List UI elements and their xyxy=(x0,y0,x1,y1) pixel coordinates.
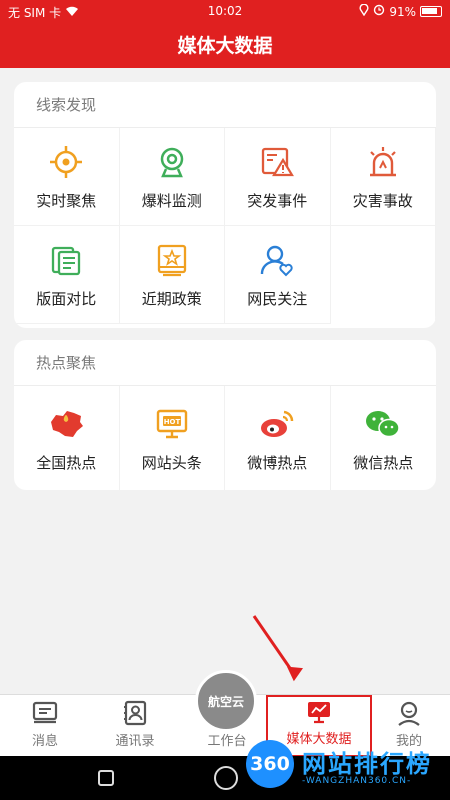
grid-item-disaster[interactable]: 灾害事故 xyxy=(330,128,436,226)
user-heart-icon xyxy=(257,240,297,280)
grid-item-netizen-focus[interactable]: 网民关注 xyxy=(225,226,331,324)
watermark-logo: 360 网站排行榜 -WANGZHAN360.CN- xyxy=(246,738,450,800)
watermark-badge: 360 xyxy=(246,740,294,788)
cloud-badge-text: 航空云 xyxy=(207,694,244,709)
grid-item-label: 近期政策 xyxy=(141,290,202,308)
section-title: 热点聚焦 xyxy=(14,340,436,386)
grid-item-label: 网站头条 xyxy=(141,453,202,472)
grid-item-label: 网民关注 xyxy=(247,290,308,308)
grid-item-recent-policy[interactable]: 近期政策 xyxy=(119,226,225,324)
section-clue-discovery: 线索发现 实时聚焦 爆料监测 突发事件 灾害事故 版面对比 近期政策 网民关注 xyxy=(14,82,436,328)
pages-icon xyxy=(46,240,86,280)
watermark-text: 网站排行榜 xyxy=(302,750,432,778)
grid-item-label: 实时聚焦 xyxy=(36,192,97,210)
location-icon xyxy=(359,3,369,19)
contacts-icon xyxy=(120,698,150,728)
grid-item-site-headlines[interactable]: HOT 网站头条 xyxy=(120,386,225,490)
alarm-icon xyxy=(373,4,385,19)
wechat-icon xyxy=(363,404,403,444)
grid-item-weibo-hot[interactable]: 微博热点 xyxy=(225,386,331,490)
grid-empty-cell xyxy=(331,226,436,324)
tab-contacts[interactable]: 通讯录 xyxy=(102,695,168,757)
cloud-badge-icon[interactable]: 航空云 xyxy=(195,670,257,732)
grid-item-label: 突发事件 xyxy=(247,192,308,210)
tab-label: 消息 xyxy=(31,734,58,749)
monitor-chart-icon xyxy=(304,697,334,726)
policy-book-icon xyxy=(152,240,192,280)
china-map-icon xyxy=(46,404,86,444)
grid-item-label: 全国热点 xyxy=(36,453,97,472)
hot-screen-icon: HOT xyxy=(152,404,192,444)
battery-text: 91% xyxy=(389,4,416,19)
watermark-subtext: -WANGZHAN360.CN- xyxy=(302,776,412,786)
annotation-arrow-icon xyxy=(252,615,304,682)
home-icon[interactable] xyxy=(214,766,238,790)
grid-item-label: 爆料监测 xyxy=(141,192,202,210)
message-icon xyxy=(30,698,60,728)
status-bar: 无 SIM 卡 10:02 91% xyxy=(0,0,450,24)
recent-apps-icon[interactable] xyxy=(98,770,114,786)
section-hot-focus: 热点聚焦 全国热点 HOT 网站头条 微博热点 微信热点 xyxy=(14,340,436,490)
section-title: 线索发现 xyxy=(14,82,436,128)
grid-item-tipoff-monitor[interactable]: 爆料监测 xyxy=(119,128,225,226)
weibo-icon xyxy=(257,404,297,444)
grid-item-layout-compare[interactable]: 版面对比 xyxy=(14,226,120,324)
grid-item-wechat-hot[interactable]: 微信热点 xyxy=(331,386,437,490)
crosshair-icon xyxy=(46,142,86,182)
siren-icon xyxy=(363,142,403,182)
grid-item-label: 版面对比 xyxy=(36,290,97,308)
camera-monitor-icon xyxy=(152,142,192,182)
grid-item-label: 微博热点 xyxy=(247,453,308,472)
alert-document-icon xyxy=(257,142,297,182)
battery-icon xyxy=(420,6,442,17)
tab-label: 工作台 xyxy=(207,734,247,749)
grid-item-national-hot[interactable]: 全国热点 xyxy=(14,386,120,490)
tab-label: 通讯录 xyxy=(115,734,155,749)
page-title: 媒体大数据 xyxy=(0,24,450,68)
svg-text:HOT: HOT xyxy=(163,418,180,426)
grid-item-label: 微信热点 xyxy=(353,453,414,472)
grid-item-label: 灾害事故 xyxy=(352,192,413,210)
grid-item-realtime-focus[interactable]: 实时聚焦 xyxy=(14,128,120,226)
grid-item-emergency[interactable]: 突发事件 xyxy=(225,128,331,226)
tab-messages[interactable]: 消息 xyxy=(12,695,78,757)
user-icon xyxy=(394,698,424,728)
